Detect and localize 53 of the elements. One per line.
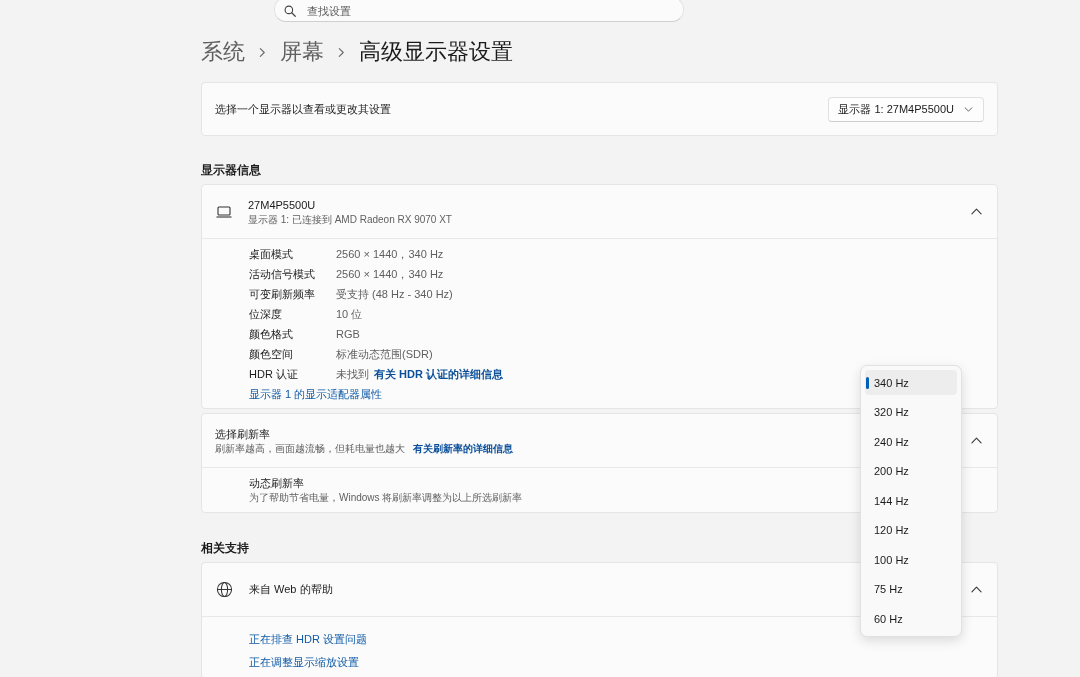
property-value: 2560 × 1440，340 Hz [336,266,444,282]
help-link[interactable]: 正在调整显示缩放设置 [249,655,359,670]
dynamic-refresh-title: 动态刷新率 [249,476,304,491]
device-name: 27M4P5500U [248,197,316,213]
menu-item[interactable]: 240 Hz [865,429,957,454]
search-field[interactable]: 查找设置 [274,0,684,22]
property-label: 可变刷新频率 [249,286,316,302]
property-value: RGB [336,328,360,340]
help-link[interactable]: 正在排查 HDR 设置问题 [249,632,367,647]
refresh-rate-description: 刷新率越高，画面越流畅，但耗电量也越大 [215,441,405,455]
property-label: 桌面模式 [249,246,294,262]
property-value: 2560 × 1440，340 Hz [336,246,444,262]
laptop-icon [216,205,232,218]
dynamic-refresh-description: 为了帮助节省电量，Windows 将刷新率调整为以上所选刷新率 [249,491,523,504]
display-dropdown[interactable]: 显示器 1: 27M4P5500U [828,96,984,122]
menu-item[interactable]: 144 Hz [865,488,957,513]
property-value: 受支持 (48 Hz - 340 Hz) [336,286,453,302]
property-value: 标准动态范围(SDR) [336,346,433,362]
section-heading: 显示器信息 [201,163,261,178]
device-subtitle: 显示器 1: 已连接到 AMD Radeon RX 9070 XT [248,212,452,226]
breadcrumb-link[interactable]: 屏幕 [280,36,324,68]
breadcrumb-link[interactable]: 系统 [201,36,245,68]
menu-item[interactable]: 75 Hz [865,576,957,602]
refresh-rate-info-link[interactable]: 有关刷新率的详细信息 [413,441,513,455]
property-value: 10 位 [336,306,363,322]
property-value: 未找到 [336,366,369,382]
menu-item[interactable]: 340 Hz [865,370,957,395]
menu-item[interactable]: 200 Hz [865,458,957,484]
chevron-right-icon [338,46,345,58]
menu-item[interactable]: 60 Hz [865,606,957,631]
selection-indicator-icon [866,376,869,389]
search-icon [284,5,296,17]
chevron-right-icon [259,46,266,58]
menu-item[interactable]: 100 Hz [865,547,957,572]
property-label: 颜色格式 [249,326,294,342]
menu-item[interactable]: 320 Hz [865,399,957,425]
property-label: 颜色空间 [249,346,294,362]
page-title: 高级显示器设置 [359,38,513,66]
property-label: 位深度 [249,306,283,322]
globe-icon [216,581,233,598]
caret-down-icon [964,106,973,112]
web-help-title: 来自 Web 的帮助 [249,582,333,597]
chevron-up-icon[interactable] [971,208,982,215]
chevron-up-icon[interactable] [971,437,982,444]
property-label: 活动信号模式 [249,266,316,282]
chevron-up-icon[interactable] [971,586,982,593]
display-picker-label: 选择一个显示器以查看或更改其设置 [215,101,391,117]
section-heading: 相关支持 [201,540,249,556]
adapter-properties-link[interactable]: 显示器 1 的显示适配器属性 [249,386,383,402]
details-link[interactable]: 有关 HDR 认证的详细信息 [374,366,503,382]
menu-item[interactable]: 120 Hz [865,517,957,543]
property-label: HDR 认证 [249,366,299,382]
refresh-rate-title: 选择刷新率 [215,426,270,442]
